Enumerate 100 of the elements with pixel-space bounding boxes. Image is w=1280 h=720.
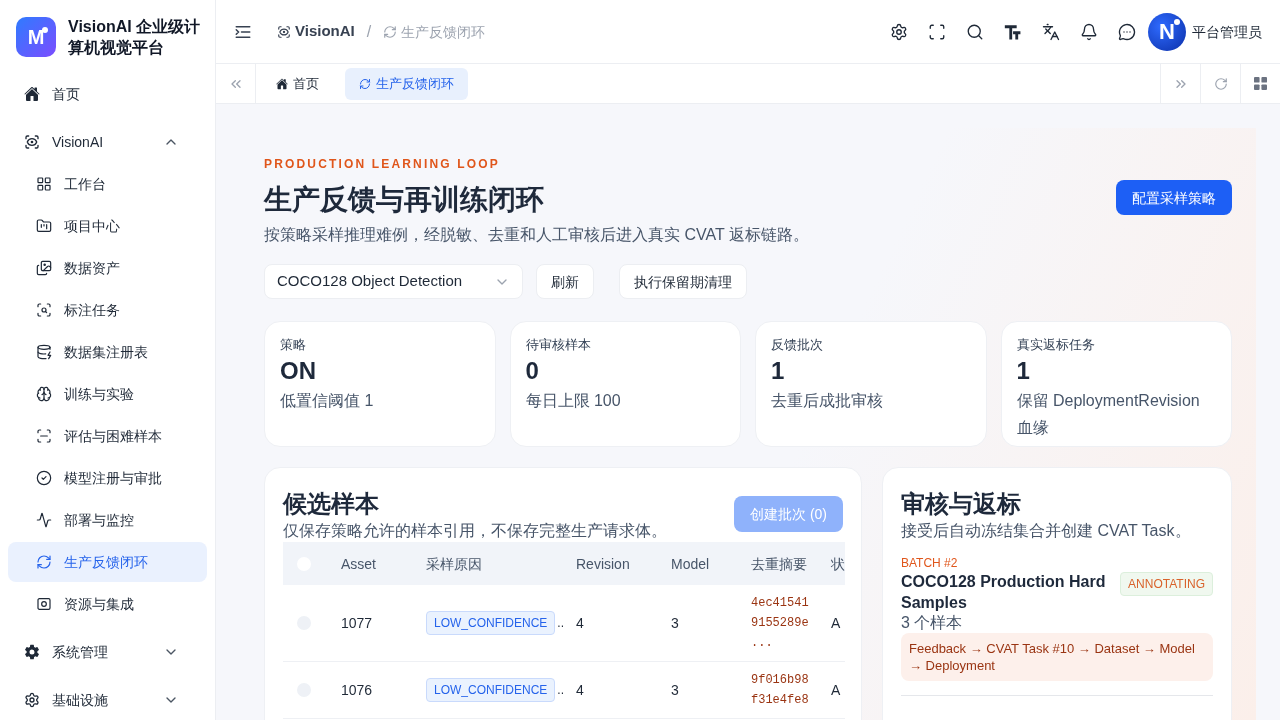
status-cell: A [831,615,841,631]
dataset-select[interactable]: COCO128 Object Detection [264,264,523,299]
home-icon [24,86,40,102]
app-title: VisionAI 企业级计算机视觉平台 [68,17,202,58]
user-name[interactable]: 平台管理员 [1192,21,1262,42]
stat-note: 去重后成批审核 [771,391,884,411]
camera-square-icon [36,596,52,612]
eye-scan-icon [24,134,40,150]
stat-note: 保留 DeploymentRevision 血缘 [1016,391,1201,438]
scan-line-icon [36,428,52,444]
page-subtitle: 按策略采样推理难例，经脱敏、去重和人工审核后进入真实 CVAT 返标链路。 [264,225,809,245]
logo-dot-icon [42,27,48,33]
lineage-box: Feedback → CVAT Task #10 → Dataset → Model → Deployment [901,633,1213,681]
sidebar-item[interactable]: 首页 [8,74,207,114]
page-tab[interactable]: 生产反馈闭环 [345,67,468,100]
avatar-initial: N [1159,20,1175,43]
sidebar-item[interactable]: VisionAI [8,122,207,162]
status-badge: ANNOTATING [1120,572,1213,596]
table-row[interactable]: 1077 LOW_CONFIDENCE .. 4 3 4ec415419155289e... A [283,585,845,662]
sidebar-item[interactable]: 标注任务 [8,290,207,330]
stat-value: ON [280,356,317,386]
page-title: 生产反馈与再训练闭环 [264,183,545,217]
card-subtitle: 接受后自动冻结集合并创建 CVAT Task。 [901,521,1192,541]
user-avatar[interactable]: N [1148,12,1186,51]
reason-tag: LOW_CONFIDENCE [426,678,556,702]
reload-icon [1213,76,1228,91]
card-subtitle: 仅保存策略允许的样本引用，不保存完整生产请求体。 [283,521,667,541]
model-cell: 3 [671,682,679,698]
refresh-icon [383,24,398,39]
batch-title: COCO128 Production Hard Samples [901,572,1107,613]
sidebar-item[interactable]: 评估与困难样本 [8,416,207,456]
eye-scan-icon [277,24,291,39]
asset-id: 1077 [341,615,373,631]
sidebar-item[interactable]: 项目中心 [8,206,207,246]
stat-label: 策略 [280,337,307,353]
column-header: Revision [576,555,630,572]
gear-icon [24,644,40,660]
stat-value: 0 [525,356,540,386]
sidebar-item[interactable]: 生产反馈闭环 [8,542,207,582]
chat-icon[interactable] [1118,22,1136,41]
eyebrow-label: PRODUCTION LEARNING LOOP [264,156,501,172]
grid-icon [1254,77,1267,90]
card-title: 候选样本 [283,489,380,519]
refresh-icon [359,77,371,90]
stat-label: 待审核样本 [525,337,592,353]
sidebar-item[interactable]: 数据资产 [8,248,207,288]
brain-icon [36,386,52,402]
more-text: .. [557,617,564,629]
action-button[interactable]: 刷新 [536,264,594,299]
stat-value: 1 [1016,356,1031,386]
sidebar-item[interactable]: 系统管理 [8,632,207,672]
sidebar-item[interactable]: 训练与实验 [8,374,207,414]
more-text: .. [557,684,564,696]
sidebar-item[interactable]: 部署与监控 [8,500,207,540]
sidebar-item[interactable]: 基础设施 [8,680,207,720]
logo-letter: M [27,27,45,47]
avatar-dot-icon [1174,18,1180,25]
translate-icon[interactable] [1042,22,1060,41]
sidebar-item[interactable]: 模型注册与审批 [8,458,207,498]
page-tab[interactable]: 首页 [262,67,333,100]
asset-id: 1076 [341,682,373,698]
folder-icon [36,218,52,234]
revision-cell: 4 [576,615,584,631]
sidebar-item[interactable]: 资源与集成 [8,584,207,624]
sample-count: 3 个样本 [901,613,964,633]
database-icon [36,344,52,360]
grid-icon [36,176,52,192]
bell-icon[interactable] [1080,22,1098,41]
sidebar-item[interactable]: 工作台 [8,164,207,204]
revision-cell: 4 [576,682,584,698]
stat-value: 1 [771,356,786,386]
stat-note: 低置信阈值 1 [280,391,375,411]
check-circle-icon [36,470,52,486]
text-size-icon[interactable] [1004,22,1022,41]
column-header: 去重摘要 [751,555,807,572]
settings-icon[interactable] [890,22,908,41]
stat-note: 每日上限 100 [525,391,622,411]
reason-tag: LOW_CONFIDENCE [426,611,556,635]
action-button[interactable]: 执行保留期清理 [619,264,747,299]
search-icon[interactable] [966,22,984,41]
activity-icon [36,512,52,528]
status-cell: A [831,682,841,698]
card-title: 审核与返标 [901,489,1022,519]
column-header: 采样原因 [426,555,482,572]
digest-text: 4ec415419155289e... [751,595,810,652]
configure-button[interactable]: 配置采样策略 [1116,180,1232,215]
stat-label: 真实返标任务 [1016,337,1096,353]
batch-tag: BATCH #2 [901,555,1213,571]
breadcrumb-link[interactable]: VisionAI [277,20,355,43]
sidebar-item[interactable]: 数据集注册表 [8,332,207,372]
table-row[interactable]: 1076 LOW_CONFIDENCE .. 4 3 9f016b98f31e4fe8 A [283,662,845,719]
stat-label: 反馈批次 [771,337,824,353]
home-icon [276,77,288,90]
settings-icon [24,692,40,708]
column-header: Model [671,555,710,572]
digest-text: 9f016b98f31e4fe8 [751,672,810,709]
breadcrumb-separator: / [366,21,372,42]
scan-search-icon [36,302,52,318]
fullscreen-icon[interactable] [928,22,946,41]
column-header: 状 [831,555,845,572]
